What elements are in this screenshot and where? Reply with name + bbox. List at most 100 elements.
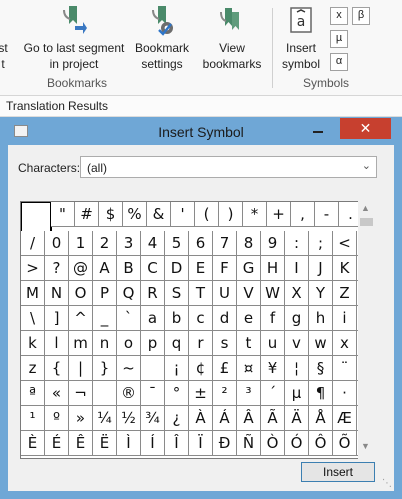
symbol-cell[interactable]: V xyxy=(237,281,261,306)
symbol-cell[interactable]: ¶ xyxy=(309,381,333,406)
symbol-cell[interactable]: B xyxy=(117,256,141,281)
go-to-last-segment-button[interactable]: Go to last segment in project xyxy=(20,4,128,72)
symbol-cell[interactable]: È xyxy=(21,431,45,456)
symbol-cell[interactable]: : xyxy=(285,231,309,256)
symbol-cell[interactable]: , xyxy=(291,202,315,227)
symbol-cell[interactable]: ± xyxy=(189,381,213,406)
symbol-cell[interactable]: Õ xyxy=(333,431,357,456)
symbol-cell[interactable]: Ó xyxy=(285,431,309,456)
symbol-cell[interactable]: G xyxy=(237,256,261,281)
symbol-cell[interactable]: - xyxy=(315,202,339,227)
view-bookmarks-button[interactable]: View bookmarks xyxy=(198,4,266,72)
symbol-cell[interactable]: > xyxy=(21,256,45,281)
symbol-cell[interactable]: ² xyxy=(213,381,237,406)
symbol-cell[interactable]: Q xyxy=(117,281,141,306)
symbol-cell[interactable]: Y xyxy=(309,281,333,306)
symbol-cell[interactable]: ¼ xyxy=(93,406,117,431)
symbol-cell[interactable]: ¨ xyxy=(333,356,357,381)
symbol-cell[interactable]: h xyxy=(309,306,333,331)
symbol-button-x[interactable]: x xyxy=(330,7,348,25)
symbol-cell[interactable]: ´ xyxy=(261,381,285,406)
symbol-cell[interactable]: 0 xyxy=(45,231,69,256)
symbol-cell[interactable]: u xyxy=(261,331,285,356)
symbol-cell[interactable]: S xyxy=(165,281,189,306)
symbol-cell[interactable]: ~ xyxy=(117,356,141,381)
symbol-cell[interactable]: P xyxy=(93,281,117,306)
symbol-cell[interactable]: · xyxy=(333,381,357,406)
symbol-cell[interactable]: s xyxy=(213,331,237,356)
symbol-cell[interactable]: Î xyxy=(165,431,189,456)
symbol-cell[interactable]: Ð xyxy=(213,431,237,456)
symbol-cell[interactable]: n xyxy=(93,331,117,356)
symbol-button-alpha[interactable]: α xyxy=(330,53,348,71)
symbol-button-beta[interactable]: β xyxy=(352,7,370,25)
symbol-cell[interactable]: 4 xyxy=(141,231,165,256)
insert-button[interactable]: Insert xyxy=(301,462,375,482)
symbol-cell[interactable]: ¦ xyxy=(285,356,309,381)
tab-results[interactable]: Results xyxy=(68,99,108,113)
symbol-cell[interactable]: Á xyxy=(213,406,237,431)
symbol-cell[interactable]: N xyxy=(45,281,69,306)
symbol-cell[interactable]: º xyxy=(45,406,69,431)
symbol-cell[interactable]: & xyxy=(147,202,171,227)
symbol-cell[interactable]: 7 xyxy=(213,231,237,256)
symbol-cell[interactable]: w xyxy=(309,331,333,356)
symbol-cell[interactable]: µ xyxy=(285,381,309,406)
symbol-cell[interactable]: Ï xyxy=(189,431,213,456)
insert-symbol-button[interactable]: a Insert symbol xyxy=(280,4,322,72)
symbol-cell[interactable]: 1 xyxy=(69,231,93,256)
symbol-cell[interactable]: Ë xyxy=(93,431,117,456)
characters-select[interactable]: (all) ⌄ xyxy=(80,156,377,178)
symbol-cell[interactable]: # xyxy=(75,202,99,227)
symbol-cell[interactable]: 8 xyxy=(237,231,261,256)
symbol-cell[interactable]: Í xyxy=(141,431,165,456)
symbol-cell[interactable]: ¥ xyxy=(261,356,285,381)
symbol-cell[interactable]: É xyxy=(45,431,69,456)
symbol-cell[interactable]: ¡ xyxy=(165,356,189,381)
symbol-cell[interactable]: R xyxy=(141,281,165,306)
symbol-cell[interactable]: ] xyxy=(45,306,69,331)
symbol-cell[interactable]: i xyxy=(333,306,357,331)
symbol-cell[interactable]: ¾ xyxy=(141,406,165,431)
symbol-cell[interactable]: t xyxy=(237,331,261,356)
symbol-cell[interactable]: £ xyxy=(213,356,237,381)
symbol-cell[interactable]: " xyxy=(51,202,75,227)
symbol-cell[interactable]: r xyxy=(189,331,213,356)
symbol-cell[interactable]: z xyxy=(21,356,45,381)
symbol-cell[interactable]: Z xyxy=(333,281,357,306)
symbol-cell[interactable]: § xyxy=(309,356,333,381)
symbol-cell[interactable]: Ã xyxy=(261,406,285,431)
symbol-cell[interactable]: e xyxy=(237,306,261,331)
symbol-cell[interactable]: + xyxy=(267,202,291,227)
symbol-cell[interactable]: d xyxy=(213,306,237,331)
symbol-cell-selected[interactable] xyxy=(21,202,52,233)
symbol-cell[interactable] xyxy=(141,356,165,381)
symbol-cell[interactable]: _ xyxy=(93,306,117,331)
symbol-cell[interactable]: 5 xyxy=(165,231,189,256)
symbol-cell[interactable]: q xyxy=(165,331,189,356)
symbol-cell[interactable]: Â xyxy=(237,406,261,431)
symbol-cell[interactable]: W xyxy=(261,281,285,306)
symbol-cell[interactable]: 2 xyxy=(93,231,117,256)
symbol-cell[interactable]: c xyxy=(189,306,213,331)
symbol-cell[interactable]: a xyxy=(141,306,165,331)
symbol-cell[interactable]: U xyxy=(213,281,237,306)
symbol-cell[interactable]: H xyxy=(261,256,285,281)
symbol-cell[interactable]: ' xyxy=(171,202,195,227)
symbol-cell[interactable]: ª xyxy=(21,381,45,406)
symbol-cell[interactable]: ½ xyxy=(117,406,141,431)
symbol-cell[interactable]: l xyxy=(45,331,69,356)
symbol-cell[interactable]: { xyxy=(45,356,69,381)
dialog-title-bar[interactable]: Insert Symbol ✕ xyxy=(0,117,402,145)
symbol-cell[interactable]: < xyxy=(333,231,357,256)
symbol-cell[interactable]: D xyxy=(165,256,189,281)
scroll-thumb[interactable] xyxy=(360,218,373,226)
symbol-cell[interactable]: | xyxy=(69,356,93,381)
symbol-cell[interactable]: I xyxy=(285,256,309,281)
symbol-cell[interactable]: Ô xyxy=(309,431,333,456)
symbol-cell[interactable]: ¬ xyxy=(69,381,93,406)
symbol-cell[interactable]: ) xyxy=(219,202,243,227)
symbol-cell[interactable]: . xyxy=(339,202,359,227)
bookmark-settings-button[interactable]: Bookmark settings xyxy=(132,4,192,72)
symbol-button-mu[interactable]: µ xyxy=(330,30,348,48)
